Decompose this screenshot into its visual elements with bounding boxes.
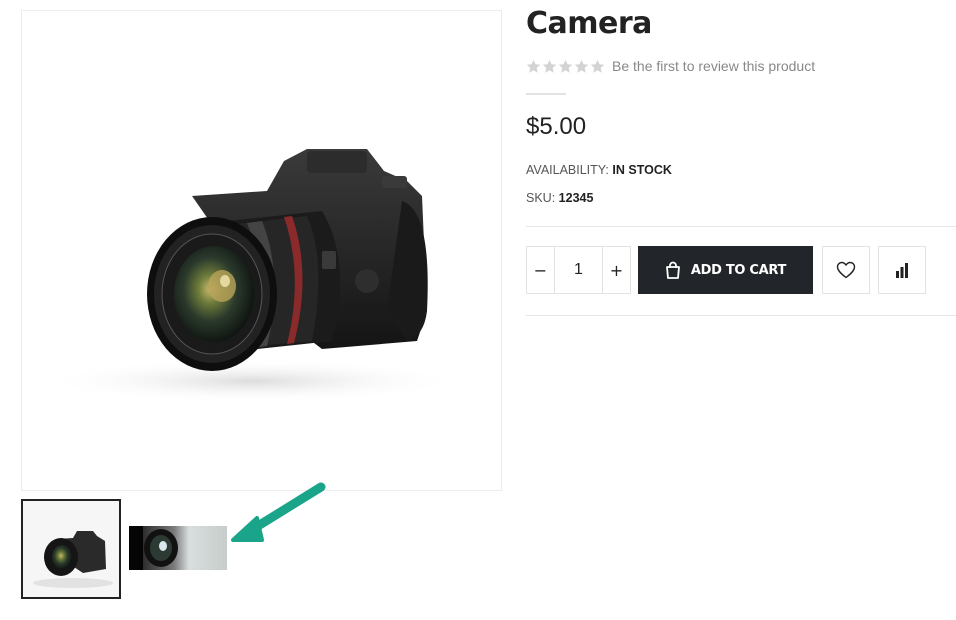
bar-chart-icon: [896, 263, 908, 278]
wishlist-button[interactable]: [822, 246, 870, 294]
add-to-cart-button[interactable]: ADD TO CART: [638, 246, 813, 294]
product-rating: Be the first to review this product: [526, 57, 815, 75]
sku: SKU: 12345: [526, 191, 593, 205]
star-icon: [574, 59, 589, 73]
thumbnail-lens[interactable]: [127, 499, 227, 599]
star-icon: [526, 59, 541, 73]
camera-photo: [42, 149, 462, 403]
product-price: $5.00: [526, 113, 587, 140]
star-icon: [542, 59, 557, 73]
divider: [526, 226, 956, 227]
shopping-bag-icon: [665, 261, 680, 279]
rating-stars: [526, 59, 605, 74]
star-icon: [558, 59, 573, 73]
camera-thumbnail-image: [23, 501, 119, 597]
quantity-decrease-button[interactable]: −: [527, 247, 555, 293]
star-icon: [590, 59, 605, 73]
add-to-cart-label: ADD TO CART: [690, 262, 787, 278]
quantity-input[interactable]: [555, 247, 602, 293]
compare-button[interactable]: [878, 246, 926, 294]
thumbnail-camera[interactable]: [21, 499, 121, 599]
quantity-stepper: − +: [526, 246, 631, 294]
availability: AVAILABILITY: IN STOCK: [526, 163, 672, 177]
lens-thumbnail-image: [129, 526, 227, 570]
sku-value: 12345: [558, 191, 594, 205]
product-title: Camera: [526, 6, 652, 41]
title-divider: [526, 93, 566, 95]
availability-value: IN STOCK: [612, 163, 672, 177]
sku-label: SKU:: [526, 191, 556, 205]
main-product-image[interactable]: [21, 10, 502, 491]
availability-label: AVAILABILITY:: [526, 163, 609, 177]
first-review-link[interactable]: Be the first to review this product: [612, 58, 815, 74]
heart-icon: [836, 261, 856, 279]
divider: [526, 315, 956, 316]
annotation-arrow-icon: [231, 482, 326, 542]
quantity-increase-button[interactable]: +: [602, 247, 630, 293]
